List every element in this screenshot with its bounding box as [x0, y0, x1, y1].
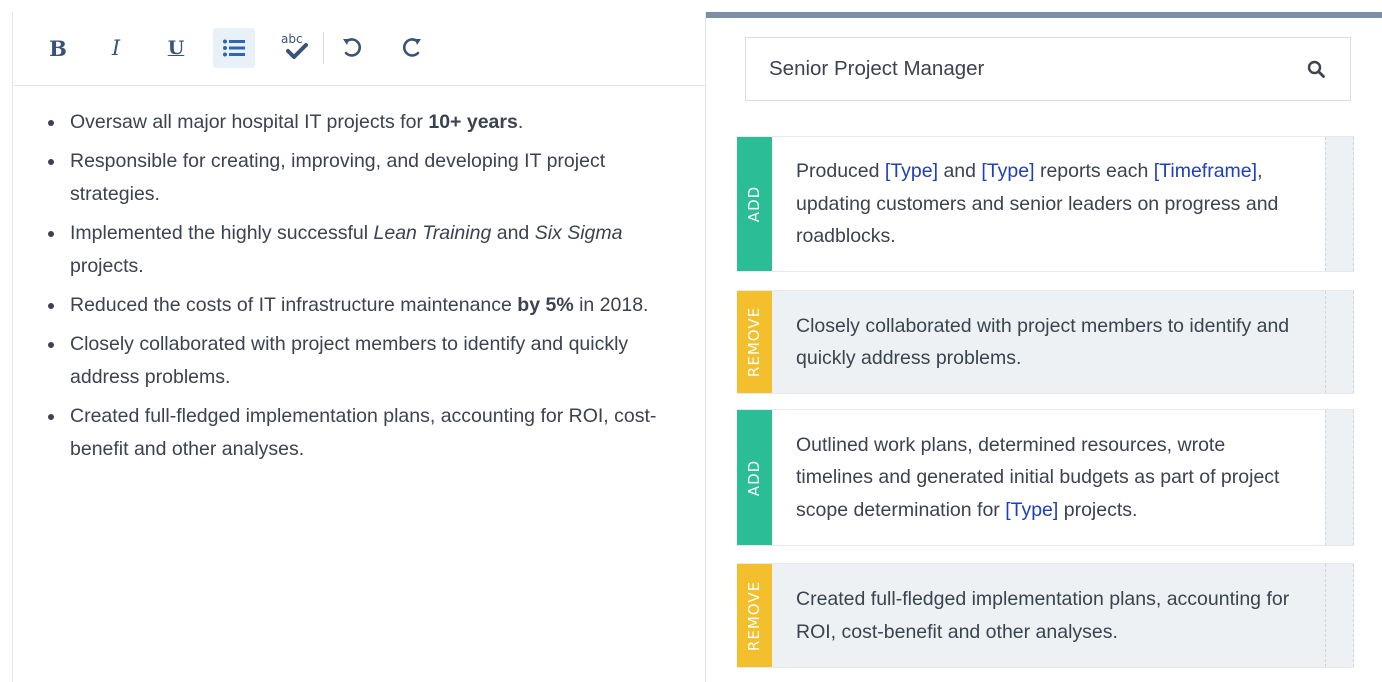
bullet-item: Reduced the costs of IT infrastructure m… [45, 289, 675, 322]
bullet-list: Oversaw all major hospital IT projects f… [45, 106, 675, 466]
italic-text: Lean Training [373, 222, 492, 244]
bold-text: by 5% [517, 294, 574, 316]
text-run: Closely collaborated with project member… [796, 314, 1290, 370]
text-run: Created full-fledged implementation plan… [70, 405, 657, 460]
remove-button[interactable]: REMOVE [737, 291, 772, 393]
bold-text: 10+ years [428, 111, 518, 133]
search-icon[interactable] [1305, 58, 1327, 80]
suggestions-panel: Senior Project Manager ADD Produced [Type… [705, 12, 1382, 682]
bullet-item: Closely collaborated with project member… [45, 328, 675, 394]
spellcheck-icon: abc [277, 32, 311, 62]
italic-icon: I [111, 35, 121, 60]
undo-button[interactable] [331, 28, 373, 68]
suggestion-card[interactable]: REMOVE Closely collaborated with project … [737, 290, 1354, 394]
toolbar-separator [323, 32, 324, 64]
add-button[interactable]: ADD [737, 137, 772, 271]
action-label: ADD [745, 185, 764, 223]
add-button[interactable]: ADD [737, 410, 772, 545]
text-run: in 2018. [573, 294, 649, 316]
redo-button[interactable] [391, 28, 433, 68]
text-run: Closely collaborated with project member… [70, 333, 629, 388]
text-run: and [491, 222, 535, 244]
spellcheck-button[interactable]: abc [273, 28, 315, 68]
italic-text: Six Sigma [534, 222, 623, 244]
suggestion-text: Outlined work plans, determined resource… [772, 410, 1325, 545]
placeholder-token[interactable]: [Type] [981, 160, 1034, 182]
editor-content[interactable]: Oversaw all major hospital IT projects f… [13, 86, 705, 466]
underline-icon: U [167, 36, 185, 59]
text-run: projects. [70, 255, 144, 277]
suggestion-text: Produced [Type] and [Type] reports each … [772, 137, 1325, 271]
suggestion-card[interactable]: REMOVE Created full-fledged implementatio… [737, 563, 1354, 668]
suggestion-paragraph: Outlined work plans, determined resource… [796, 429, 1301, 527]
suggestion-paragraph: Created full-fledged implementation plan… [796, 583, 1301, 648]
resume-editor: B I U abc Oversaw all major hospital IT … [12, 12, 705, 682]
action-label: ADD [745, 459, 764, 496]
underline-button[interactable]: U [155, 28, 197, 68]
suggestion-paragraph: Produced [Type] and [Type] reports each … [796, 155, 1301, 253]
panel-top-bar [706, 12, 1382, 18]
placeholder-token[interactable]: [Type] [1005, 499, 1058, 521]
text-run: Created full-fledged implementation plan… [796, 588, 1290, 643]
bullet-item: Oversaw all major hospital IT projects f… [45, 106, 675, 139]
drag-handle[interactable] [1325, 137, 1354, 271]
bold-icon: B [49, 35, 67, 61]
bullet-item: Created full-fledged implementation plan… [45, 400, 675, 466]
search-input[interactable]: Senior Project Manager [769, 57, 1305, 81]
bullet-item: Responsible for creating, improving, and… [45, 145, 675, 211]
job-title-search[interactable]: Senior Project Manager [745, 37, 1351, 101]
remove-button[interactable]: REMOVE [737, 564, 772, 667]
undo-icon [343, 38, 362, 57]
bold-button[interactable]: B [37, 28, 79, 68]
bullet-list-button[interactable] [213, 28, 255, 68]
suggestion-paragraph: Closely collaborated with project member… [796, 310, 1301, 375]
editor-toolbar: B I U abc [13, 12, 705, 86]
text-run: Implemented the highly successful [70, 222, 374, 244]
drag-handle[interactable] [1325, 291, 1354, 393]
bullet-list-icon [223, 39, 245, 57]
placeholder-token[interactable]: [Type] [885, 160, 938, 182]
suggestion-card[interactable]: ADD Produced [Type] and [Type] reports ea… [737, 136, 1354, 272]
italic-button[interactable]: I [95, 28, 137, 68]
placeholder-token[interactable]: [Timeframe] [1154, 160, 1257, 182]
text-run: and [938, 160, 982, 183]
bullet-item: Implemented the highly successful Lean T… [45, 217, 675, 283]
action-label: REMOVE [745, 580, 764, 651]
redo-icon [402, 38, 421, 57]
action-label: REMOVE [745, 306, 764, 378]
text-run: projects. [1058, 498, 1138, 521]
suggestion-card[interactable]: ADD Outlined work plans, determined resou… [737, 409, 1354, 546]
suggestion-text: Closely collaborated with project member… [772, 291, 1325, 393]
text-run: reports each [1034, 160, 1154, 183]
drag-handle[interactable] [1325, 410, 1354, 545]
text-run: Responsible for creating, improving, and… [70, 150, 606, 205]
drag-handle[interactable] [1325, 564, 1354, 667]
suggestion-text: Created full-fledged implementation plan… [772, 564, 1325, 667]
text-run: Oversaw all major hospital IT projects f… [70, 111, 429, 133]
text-run: Produced [796, 160, 885, 183]
text-run: . [517, 111, 524, 133]
text-run: Reduced the costs of IT infrastructure m… [70, 294, 518, 316]
